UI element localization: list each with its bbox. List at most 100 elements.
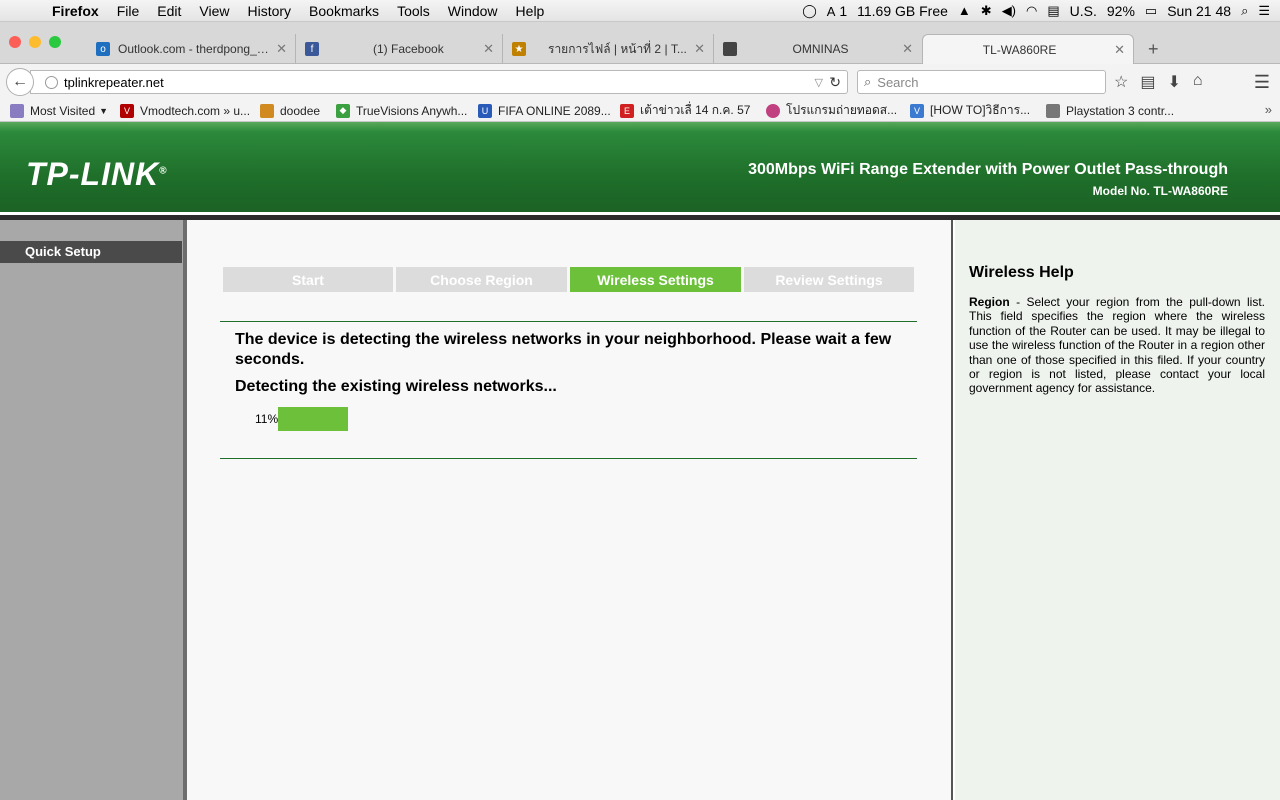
menu-edit[interactable]: Edit bbox=[148, 3, 190, 19]
divider-top bbox=[220, 321, 917, 322]
new-tab-button[interactable]: + bbox=[1140, 34, 1164, 64]
progress-bar bbox=[278, 407, 348, 431]
globe-icon bbox=[45, 75, 58, 89]
bookmark-label: [HOW TO]วิธีการ... bbox=[930, 103, 1031, 117]
folder-icon bbox=[10, 103, 24, 118]
facebook-icon: f bbox=[305, 42, 319, 56]
menu-window[interactable]: Window bbox=[439, 3, 507, 19]
home-icon[interactable]: ⌂ bbox=[1193, 72, 1203, 92]
search-placeholder: Search bbox=[877, 74, 919, 90]
bookmark-item[interactable]: U FIFA ONLINE 2089... bbox=[468, 103, 610, 118]
zoom-window-icon[interactable] bbox=[49, 36, 61, 48]
search-input[interactable]: ⌕ Search bbox=[857, 70, 1106, 94]
close-tab-icon[interactable]: ✕ bbox=[1114, 42, 1125, 58]
url-bar[interactable]: tplinkrepeater.net ▽ ↻ bbox=[30, 70, 848, 94]
site-icon: ★ bbox=[512, 42, 526, 56]
menu-bookmarks[interactable]: Bookmarks bbox=[300, 3, 388, 19]
menu-tools[interactable]: Tools bbox=[388, 3, 439, 19]
search-icon[interactable]: ⌕ bbox=[1241, 3, 1248, 19]
close-tab-icon[interactable]: ✕ bbox=[694, 41, 705, 57]
doodee-icon bbox=[260, 103, 274, 118]
bookmark-item[interactable]: V Vmodtech.com » u... bbox=[110, 103, 250, 118]
router-sidebar: Quick Setup bbox=[0, 220, 187, 800]
bookmark-label: doodee bbox=[280, 103, 321, 118]
tab-facebook[interactable]: f (1) Facebook ✕ bbox=[297, 34, 503, 64]
sync-icon[interactable]: ◯ bbox=[802, 3, 817, 19]
bookmark-item[interactable]: E เต้าข่าวเลื่ 14 ก.ค. 57 bbox=[610, 101, 756, 120]
minimize-window-icon[interactable] bbox=[29, 36, 41, 48]
bookmark-label: Playstation 3 contr... bbox=[1066, 103, 1175, 118]
disk-free[interactable]: 11.69 GB Free bbox=[857, 3, 948, 19]
alert-icon[interactable]: ▲ bbox=[958, 3, 971, 18]
step-start: Start bbox=[223, 267, 393, 292]
bookmark-item[interactable]: ◆ TrueVisions Anywh... bbox=[326, 103, 468, 118]
bookmark-label: เต้าข่าวเลื่ 14 ก.ค. 57 bbox=[640, 103, 751, 117]
reload-icon[interactable]: ↻ bbox=[829, 74, 841, 91]
menu-icon[interactable]: ☰ bbox=[1254, 72, 1270, 93]
help-panel: Wireless Help Region - Select your regio… bbox=[955, 220, 1280, 800]
chevron-down-icon: ▼ bbox=[99, 105, 109, 116]
bookmark-label: FIFA ONLINE 2089... bbox=[498, 103, 610, 118]
more-bookmarks-icon[interactable]: » bbox=[1265, 102, 1272, 117]
app-menu[interactable]: Firefox bbox=[38, 3, 108, 19]
tab-filelist[interactable]: ★ รายการไฟล์ | หน้าที่ 2 | T... ✕ bbox=[504, 34, 714, 64]
close-window-icon[interactable] bbox=[9, 36, 21, 48]
bookmark-label: Vmodtech.com » u... bbox=[140, 103, 250, 118]
bookmark-star-icon[interactable]: ☆ bbox=[1114, 72, 1128, 92]
search-icon: ⌕ bbox=[864, 74, 872, 89]
divider-bottom bbox=[220, 458, 917, 459]
bluetooth-icon[interactable]: ✱ bbox=[981, 3, 992, 19]
menu-view[interactable]: View bbox=[190, 3, 238, 19]
clock[interactable]: Sun 21 48 bbox=[1167, 3, 1231, 19]
logo-text: TP-LINK bbox=[26, 156, 160, 192]
bookmark-item[interactable]: Playstation 3 contr... bbox=[1036, 103, 1176, 118]
tab-tl-wa860re[interactable]: TL-WA860RE ✕ bbox=[922, 34, 1134, 64]
menu-file[interactable]: File bbox=[108, 3, 149, 19]
close-tab-icon[interactable]: ✕ bbox=[276, 41, 287, 57]
bookmark-most-visited[interactable]: Most Visited ▼ bbox=[0, 103, 110, 118]
menu-help[interactable]: Help bbox=[507, 3, 554, 19]
bookmark-label: TrueVisions Anywh... bbox=[356, 103, 468, 118]
back-button[interactable]: ← bbox=[6, 68, 34, 96]
playstation-icon bbox=[1046, 103, 1060, 118]
tab-title: OMNINAS bbox=[792, 42, 849, 56]
tab-omninas[interactable]: OMNINAS ✕ bbox=[715, 34, 921, 64]
wifi-icon[interactable]: ◠ bbox=[1026, 3, 1037, 19]
help-text: - Select your region from the pull-down … bbox=[969, 295, 1265, 396]
detecting-label: Detecting the existing wireless networks… bbox=[235, 378, 557, 395]
help-title: Wireless Help bbox=[969, 264, 1074, 281]
volume-icon[interactable]: ◀) bbox=[1002, 3, 1016, 19]
tab-title: รายการไฟล์ | หน้าที่ 2 | T... bbox=[548, 41, 687, 56]
sidebar-item-quick-setup[interactable]: Quick Setup bbox=[0, 241, 182, 263]
tab-outlook[interactable]: o Outlook.com - therdpong_p... ✕ bbox=[88, 34, 296, 64]
bookmark-item[interactable]: โปรแกรมถ่ายทอดส... bbox=[756, 101, 900, 120]
badge-count: 1 bbox=[839, 2, 848, 19]
news-icon: E bbox=[620, 103, 634, 118]
tp-link-logo: TP-LINK® bbox=[26, 156, 168, 193]
step-choose-region: Choose Region bbox=[396, 267, 567, 292]
mac-menubar: Firefox File Edit View History Bookmarks… bbox=[0, 0, 1280, 22]
download-icon[interactable]: ⬇ bbox=[1167, 72, 1180, 92]
menu-history[interactable]: History bbox=[238, 3, 300, 19]
bookmark-item[interactable]: V [HOW TO]วิธีการ... bbox=[900, 101, 1036, 120]
battery-percent[interactable]: 92% bbox=[1107, 3, 1135, 19]
dropdown-icon[interactable]: ▽ bbox=[815, 76, 823, 89]
fifa-icon: U bbox=[478, 103, 492, 118]
back-arrow-icon: ← bbox=[12, 73, 28, 90]
close-tab-icon[interactable]: ✕ bbox=[483, 41, 494, 57]
outlook-icon: o bbox=[96, 42, 110, 56]
main-panel: Start Choose Region Wireless Settings Re… bbox=[187, 220, 953, 800]
registered-mark: ® bbox=[159, 165, 168, 177]
close-tab-icon[interactable]: ✕ bbox=[902, 41, 913, 57]
step-review-settings: Review Settings bbox=[744, 267, 914, 292]
model-number: Model No. TL-WA860RE bbox=[1092, 184, 1228, 198]
product-name: 300Mbps WiFi Range Extender with Power O… bbox=[748, 161, 1228, 178]
input-source[interactable]: U.S. bbox=[1070, 3, 1097, 19]
nas-icon bbox=[723, 42, 737, 56]
battery-icon[interactable]: ▭ bbox=[1145, 3, 1157, 19]
bookmarks-bar: Most Visited ▼ V Vmodtech.com » u... doode… bbox=[0, 100, 1280, 122]
bookmark-item[interactable]: doodee bbox=[250, 103, 326, 118]
list-icon[interactable]: ☰ bbox=[1258, 3, 1270, 19]
status-badge[interactable]: A 1 bbox=[827, 3, 847, 19]
reading-list-icon[interactable]: ▤ bbox=[1140, 72, 1155, 92]
